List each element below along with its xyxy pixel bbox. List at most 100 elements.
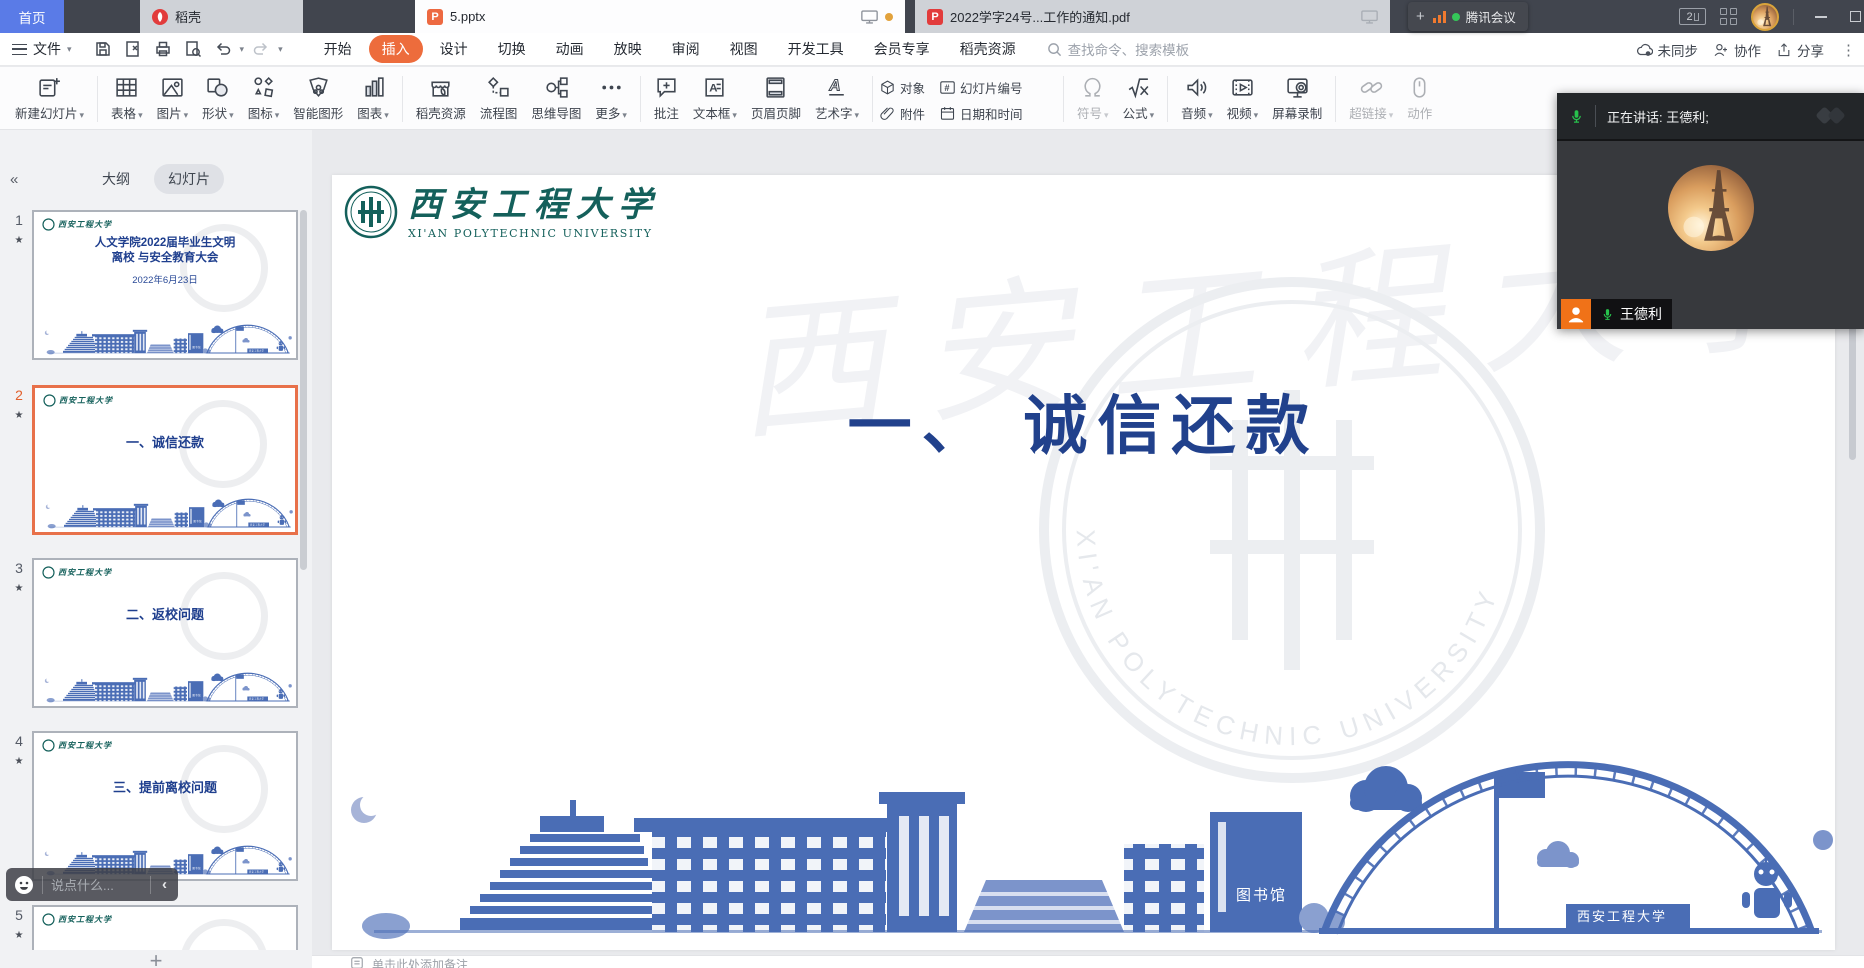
- university-emblem-icon: [344, 185, 398, 239]
- notes-bar[interactable]: 单击此处添加备注: [312, 955, 1864, 968]
- meeting-video-tile[interactable]: 王德利: [1557, 139, 1864, 329]
- wordart-icon: [824, 75, 849, 100]
- slide-thumbnail-1[interactable]: 西安工程大学人文学院2022届毕业生文明离校 与安全教育大会2022年6月23日: [32, 210, 298, 360]
- home-tab[interactable]: 首页: [0, 0, 64, 33]
- docer-tab[interactable]: 稻壳: [140, 0, 303, 33]
- collapse-panel-icon[interactable]: «: [10, 171, 18, 188]
- campus-illustration-mini: [42, 318, 292, 355]
- ribbon-group-divider: [640, 76, 641, 122]
- animation-star-icon: ★: [8, 235, 30, 246]
- ribbon-audio[interactable]: 音频▾: [1174, 67, 1220, 126]
- menu-tab-动画[interactable]: 动画: [543, 35, 597, 63]
- slide-number-5: 5★: [8, 907, 30, 941]
- ribbon-symbol[interactable]: 符号▾: [1070, 67, 1116, 126]
- slide-thumbnail-5[interactable]: 西安工程大学四、安全问题: [32, 905, 298, 950]
- print-button[interactable]: [150, 36, 176, 62]
- collapse-chat-icon[interactable]: ‹: [159, 876, 170, 893]
- campus-illustration-mini: [42, 666, 292, 703]
- share-button[interactable]: 分享: [1776, 40, 1824, 60]
- new-slide-icon: [37, 75, 62, 100]
- window-manage-icon[interactable]: 2: [1679, 8, 1706, 25]
- menu-tab-审阅[interactable]: 审阅: [659, 35, 713, 63]
- tencent-meeting-overlay[interactable]: 正在讲话: 王德利; 王德利: [1557, 93, 1864, 329]
- ribbon-header-footer[interactable]: 页眉页脚: [744, 67, 808, 126]
- menu-tab-设计[interactable]: 设计: [427, 35, 481, 63]
- slide-thumbnail-4[interactable]: 西安工程大学三、提前离校问题: [32, 731, 298, 881]
- ribbon-hyperlink[interactable]: 超链接▾: [1342, 67, 1400, 126]
- more-menu-icon[interactable]: ⋮: [1841, 41, 1856, 59]
- ribbon-action[interactable]: 动作: [1400, 67, 1439, 126]
- save-button[interactable]: [90, 36, 116, 62]
- slide-number-4: 4★: [8, 733, 30, 767]
- slides-tab[interactable]: 幻灯片: [154, 164, 224, 194]
- user-avatar[interactable]: [1751, 3, 1779, 31]
- ribbon-wordart[interactable]: 艺术字▾: [808, 67, 866, 126]
- app-grid-icon[interactable]: [1720, 8, 1737, 25]
- tencent-meeting-mini-bar[interactable]: + 腾讯会议: [1408, 2, 1528, 31]
- slide-thumbnail-3[interactable]: 西安工程大学二、返校问题: [32, 558, 298, 708]
- menu-tab-开始[interactable]: 开始: [311, 35, 365, 63]
- ribbon-screen-record[interactable]: 屏幕录制: [1265, 67, 1329, 126]
- ribbon-smartart[interactable]: 智能图形: [286, 67, 350, 126]
- redo-dropdown-icon[interactable]: ▾: [278, 44, 283, 55]
- emoji-icon[interactable]: [14, 875, 34, 895]
- present-monitor-icon[interactable]: [861, 10, 878, 24]
- new-tab-plus-icon[interactable]: +: [1416, 8, 1425, 25]
- ribbon-object[interactable]: 对象: [879, 78, 925, 97]
- ribbon-group-divider: [402, 76, 403, 122]
- menu-tab-视图[interactable]: 视图: [717, 35, 771, 63]
- slide-title[interactable]: 一、 诚信还款: [332, 375, 1835, 467]
- cloud-icon: [1635, 42, 1653, 57]
- add-slide-button[interactable]: +: [0, 948, 312, 968]
- ribbon-formula[interactable]: 公式▾: [1116, 67, 1162, 126]
- meeting-active-dot: [1452, 13, 1460, 21]
- ribbon-slide-number[interactable]: 幻灯片编号: [939, 78, 1023, 97]
- menu-tab-稻壳资源[interactable]: 稻壳资源: [947, 35, 1029, 63]
- ribbon-table[interactable]: 表格▾: [104, 67, 150, 126]
- present-monitor-icon[interactable]: [1361, 10, 1378, 24]
- document-tab-5pptx[interactable]: P 5.pptx: [415, 0, 905, 33]
- menu-tab-开发工具[interactable]: 开发工具: [775, 35, 857, 63]
- outline-tab[interactable]: 大纲: [88, 164, 144, 194]
- ribbon-attachment[interactable]: 附件: [879, 104, 925, 123]
- action-icon: [1407, 75, 1432, 100]
- meeting-chat-bubble[interactable]: 说点什么... ‹: [6, 868, 178, 901]
- slide-thumbnail-2[interactable]: 西安工程大学一、诚信还款: [32, 385, 298, 535]
- undo-dropdown-icon[interactable]: ▾: [240, 44, 245, 55]
- ribbon-more[interactable]: 更多▾: [588, 67, 634, 126]
- save-as-button[interactable]: [120, 36, 146, 62]
- chat-input[interactable]: 说点什么...: [51, 875, 142, 894]
- redo-button[interactable]: [248, 36, 274, 62]
- ribbon-datetime[interactable]: 日期和时间: [939, 104, 1023, 123]
- ribbon-textbox[interactable]: 文本框▾: [686, 67, 744, 126]
- thumb-title: 二、返校问题: [34, 604, 296, 623]
- sync-status-button[interactable]: 未同步: [1635, 40, 1699, 60]
- command-search[interactable]: 查找命令、搜索模板: [1047, 39, 1190, 59]
- ribbon-mindmap[interactable]: 思维导图: [524, 67, 588, 126]
- ribbon-new-slide[interactable]: 新建幻灯片▾: [8, 67, 91, 126]
- menu-tab-插入[interactable]: 插入: [369, 35, 423, 63]
- document-tab-pdf[interactable]: P 2022学字24号...工作的通知.pdf: [915, 0, 1390, 33]
- file-menu-button[interactable]: 文件 ▾: [0, 39, 82, 59]
- share-icon: [1776, 42, 1792, 58]
- shapes-icon: [205, 75, 230, 100]
- undo-button[interactable]: [210, 36, 236, 62]
- ribbon-comment[interactable]: 批注: [647, 67, 686, 126]
- maximize-button[interactable]: [1848, 0, 1862, 33]
- menu-bar: 文件 ▾ ▾ ▾ 开始插入设计切换动画放映审阅视图开发工具会员专享稻壳资源 查找…: [0, 33, 1864, 66]
- ribbon-picture[interactable]: 图片▾: [150, 67, 196, 126]
- smartart-icon: [306, 75, 331, 100]
- ribbon-shapes[interactable]: 形状▾: [195, 67, 241, 126]
- ribbon-video[interactable]: 视频▾: [1220, 67, 1266, 126]
- ribbon-docer-resource[interactable]: 稻壳资源: [409, 67, 473, 126]
- print-preview-button[interactable]: [180, 36, 206, 62]
- ribbon-icons[interactable]: 图标▾: [241, 67, 287, 126]
- ribbon-flowchart[interactable]: 流程图: [473, 67, 525, 126]
- minimize-button[interactable]: [1808, 0, 1834, 33]
- menu-tab-放映[interactable]: 放映: [601, 35, 655, 63]
- sidebar-scrollbar[interactable]: [300, 210, 307, 570]
- collaborate-button[interactable]: 协作: [1713, 40, 1761, 60]
- menu-tab-会员专享[interactable]: 会员专享: [861, 35, 943, 63]
- ribbon-chart[interactable]: 图表▾: [350, 67, 396, 126]
- menu-tab-切换[interactable]: 切换: [485, 35, 539, 63]
